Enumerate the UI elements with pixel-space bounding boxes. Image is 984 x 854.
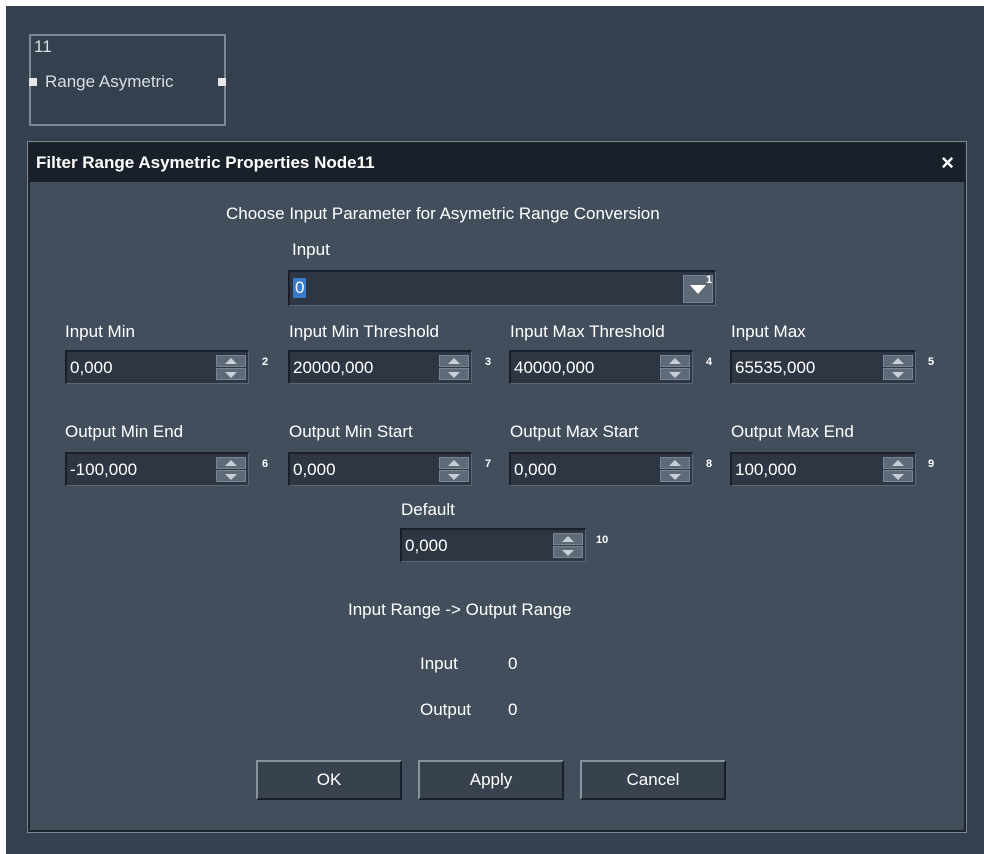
spin-up-icon[interactable]: [439, 355, 469, 367]
node-number: 11: [34, 37, 52, 56]
input-label: Input: [292, 240, 330, 259]
input-min-threshold-field[interactable]: 20000,000: [288, 350, 472, 384]
input-min-threshold-value: 20000,000: [293, 358, 374, 377]
spin-down-icon[interactable]: [883, 470, 913, 482]
output-min-start-index: 7: [485, 458, 492, 470]
spin-up-icon[interactable]: [553, 533, 583, 545]
output-max-start-label: Output Max Start: [510, 422, 639, 441]
spin-up-icon[interactable]: [883, 355, 913, 367]
spin-down-icon[interactable]: [660, 470, 690, 482]
readout-output-label: Output: [420, 700, 472, 719]
input-max-threshold-value: 40000,000: [514, 358, 595, 377]
readout-input-label: Input: [420, 654, 458, 673]
output-min-start-spinner[interactable]: [439, 457, 469, 483]
default-spinner[interactable]: [553, 533, 583, 559]
input-min-label: Input Min: [65, 322, 135, 341]
spin-down-icon[interactable]: [883, 368, 913, 380]
output-min-start-label: Output Min Start: [289, 422, 413, 441]
spin-down-icon[interactable]: [660, 368, 690, 380]
output-min-end-field[interactable]: -100,000: [65, 452, 249, 486]
input-max-threshold-field[interactable]: 40000,000: [509, 350, 693, 384]
output-max-end-field[interactable]: 100,000: [730, 452, 916, 486]
input-max-field[interactable]: 65535,000: [730, 350, 916, 384]
input-select[interactable]: 0: [288, 270, 716, 306]
spin-up-icon[interactable]: [660, 355, 690, 367]
default-value: 0,000: [405, 536, 448, 555]
input-min-index: 2: [262, 356, 269, 368]
input-max-label: Input Max: [731, 322, 806, 341]
input-index: 1: [706, 274, 713, 286]
input-max-threshold-spinner[interactable]: [660, 355, 690, 381]
input-min-spinner[interactable]: [216, 355, 246, 381]
default-field[interactable]: 0,000: [400, 528, 586, 562]
output-max-start-field[interactable]: 0,000: [509, 452, 693, 486]
output-min-end-index: 6: [262, 458, 269, 470]
spin-up-icon[interactable]: [439, 457, 469, 469]
input-max-index: 5: [928, 356, 935, 368]
input-min-threshold-index: 3: [485, 356, 492, 368]
spin-down-icon[interactable]: [553, 546, 583, 558]
input-max-spinner[interactable]: [883, 355, 913, 381]
output-min-end-value: -100,000: [70, 460, 138, 479]
spin-down-icon[interactable]: [439, 470, 469, 482]
spin-down-icon[interactable]: [216, 470, 246, 482]
output-min-start-value: 0,000: [293, 460, 336, 479]
range-asymetric-node[interactable]: 11 Range Asymetric: [29, 34, 226, 126]
spin-down-icon[interactable]: [439, 368, 469, 380]
node-title: Range Asymetric: [45, 72, 174, 91]
spin-up-icon[interactable]: [883, 457, 913, 469]
cancel-button[interactable]: Cancel: [580, 760, 726, 800]
spin-up-icon[interactable]: [660, 457, 690, 469]
output-min-end-spinner[interactable]: [216, 457, 246, 483]
spin-up-icon[interactable]: [216, 457, 246, 469]
output-max-start-spinner[interactable]: [660, 457, 690, 483]
input-min-field[interactable]: 0,000: [65, 350, 249, 384]
output-min-end-label: Output Min End: [65, 422, 184, 441]
readout-output-value: 0: [508, 700, 518, 719]
input-max-value: 65535,000: [735, 358, 816, 377]
node-canvas[interactable]: 11 Range Asymetric Filter Range Asymetri…: [6, 6, 984, 854]
output-max-end-index: 9: [928, 458, 935, 470]
input-select-value: 0: [293, 278, 307, 298]
properties-dialog: Filter Range Asymetric Properties Node11…: [27, 141, 967, 833]
dialog-title: Filter Range Asymetric Properties Node11: [36, 153, 375, 172]
dialog-titlebar[interactable]: Filter Range Asymetric Properties Node11…: [30, 144, 964, 182]
dialog-heading: Choose Input Parameter for Asymetric Ran…: [226, 204, 660, 223]
output-max-start-value: 0,000: [514, 460, 557, 479]
node-output-port[interactable]: [218, 78, 226, 86]
spin-down-icon[interactable]: [216, 368, 246, 380]
default-index: 10: [596, 534, 609, 546]
input-min-value: 0,000: [70, 358, 113, 377]
input-min-threshold-spinner[interactable]: [439, 355, 469, 381]
apply-button[interactable]: Apply: [418, 760, 564, 800]
output-max-end-spinner[interactable]: [883, 457, 913, 483]
input-max-threshold-index: 4: [706, 356, 713, 368]
ok-button[interactable]: OK: [256, 760, 402, 800]
output-max-end-label: Output Max End: [731, 422, 854, 441]
node-input-port[interactable]: [29, 78, 37, 86]
output-min-start-field[interactable]: 0,000: [288, 452, 472, 486]
range-heading: Input Range -> Output Range: [348, 600, 572, 619]
input-max-threshold-label: Input Max Threshold: [510, 322, 665, 341]
input-min-threshold-label: Input Min Threshold: [289, 322, 439, 341]
spin-up-icon[interactable]: [216, 355, 246, 367]
close-icon[interactable]: ×: [941, 150, 954, 176]
output-max-end-value: 100,000: [735, 460, 797, 479]
output-max-start-index: 8: [706, 458, 713, 470]
default-label: Default: [401, 500, 455, 519]
readout-input-value: 0: [508, 654, 518, 673]
